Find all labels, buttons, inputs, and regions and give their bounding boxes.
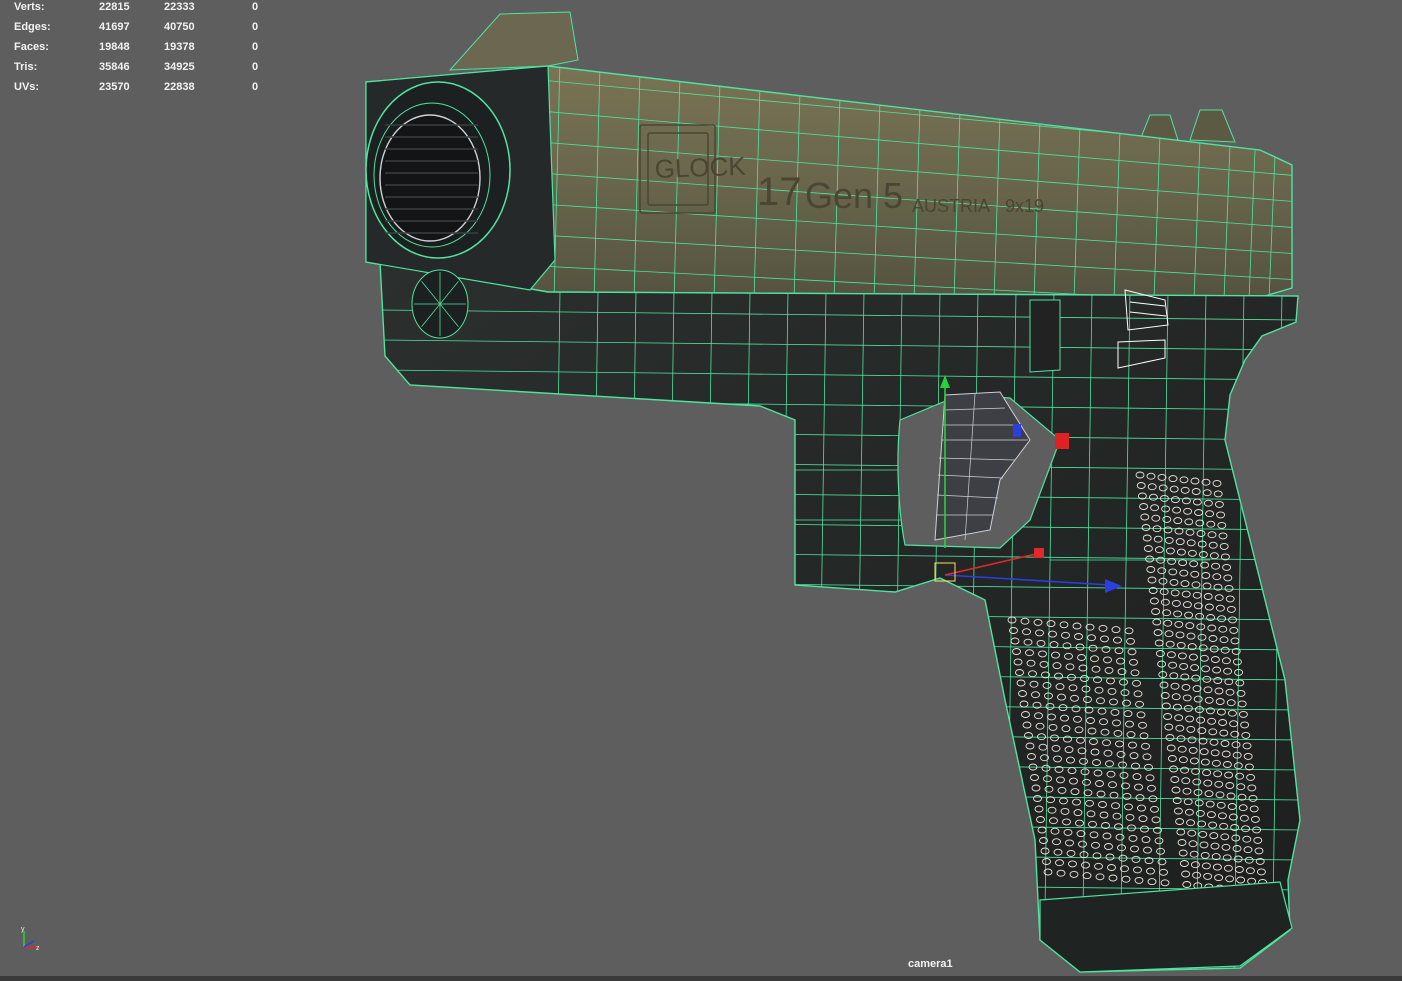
viewport-bottom-border xyxy=(0,976,1402,981)
hud-stat-value: 35846 xyxy=(99,61,130,73)
hud-stat-selected: 22838 xyxy=(164,81,195,93)
hud-stat-selected: 22333 xyxy=(164,1,195,13)
glock-wireframe-model[interactable]: GLOCK 17 Gen 5 AUSTRIA 9x19 xyxy=(0,0,1402,981)
hud-stat-third: 0 xyxy=(252,1,259,13)
hud-stat-third: 0 xyxy=(252,21,259,33)
hud-stat-value: 41697 xyxy=(99,21,130,33)
hud-stat-third: 0 xyxy=(252,81,259,93)
axis-z-icon xyxy=(23,940,35,948)
camera-label: camera1 xyxy=(908,958,953,970)
axis-indicator: y z xyxy=(21,926,40,952)
hud-stat-label: Faces: xyxy=(14,41,49,53)
engraving-model: 17 xyxy=(757,170,802,214)
engraving-brand: GLOCK xyxy=(654,151,747,184)
hud-stat-label: Verts: xyxy=(14,1,45,13)
poly-count-hud: Verts: 22815 22333 0 Edges: 41697 40750 0 Faces:… xyxy=(0,0,280,100)
frame xyxy=(379,261,1301,973)
hud-row: UVs: 23570 22838 0 xyxy=(0,81,280,101)
axis-y-label: y xyxy=(21,926,25,933)
hud-row: Verts: 22815 22333 0 xyxy=(0,1,280,21)
hud-stat-selected: 19378 xyxy=(164,41,195,53)
slide-stop xyxy=(1029,299,1061,373)
hud-stat-selected: 40750 xyxy=(164,21,195,33)
engraving-country: AUSTRIA xyxy=(912,196,990,216)
hud-stat-value: 23570 xyxy=(99,81,130,93)
hud-stat-value: 19848 xyxy=(99,41,130,53)
hud-stat-third: 0 xyxy=(252,41,259,53)
hud-row: Edges: 41697 40750 0 xyxy=(0,21,280,41)
engraving-gen: Gen 5 xyxy=(805,175,903,216)
hud-stat-value: 22815 xyxy=(99,1,130,13)
hud-row: Faces: 19848 19378 0 xyxy=(0,41,280,61)
front-sight xyxy=(448,11,579,71)
axis-z-label: z xyxy=(36,945,40,952)
hud-stat-label: Tris: xyxy=(14,61,38,73)
hud-stat-selected: 34925 xyxy=(164,61,195,73)
3d-viewport[interactable]: GLOCK 17 Gen 5 AUSTRIA 9x19 Verts: 22815… xyxy=(0,0,1402,981)
hud-row: Tris: 35846 34925 0 xyxy=(0,61,280,81)
hud-stat-label: Edges: xyxy=(14,21,51,33)
hud-stat-label: UVs: xyxy=(14,81,40,93)
engraving-caliber: 9x19 xyxy=(1005,196,1044,216)
hud-stat-third: 0 xyxy=(252,61,259,73)
